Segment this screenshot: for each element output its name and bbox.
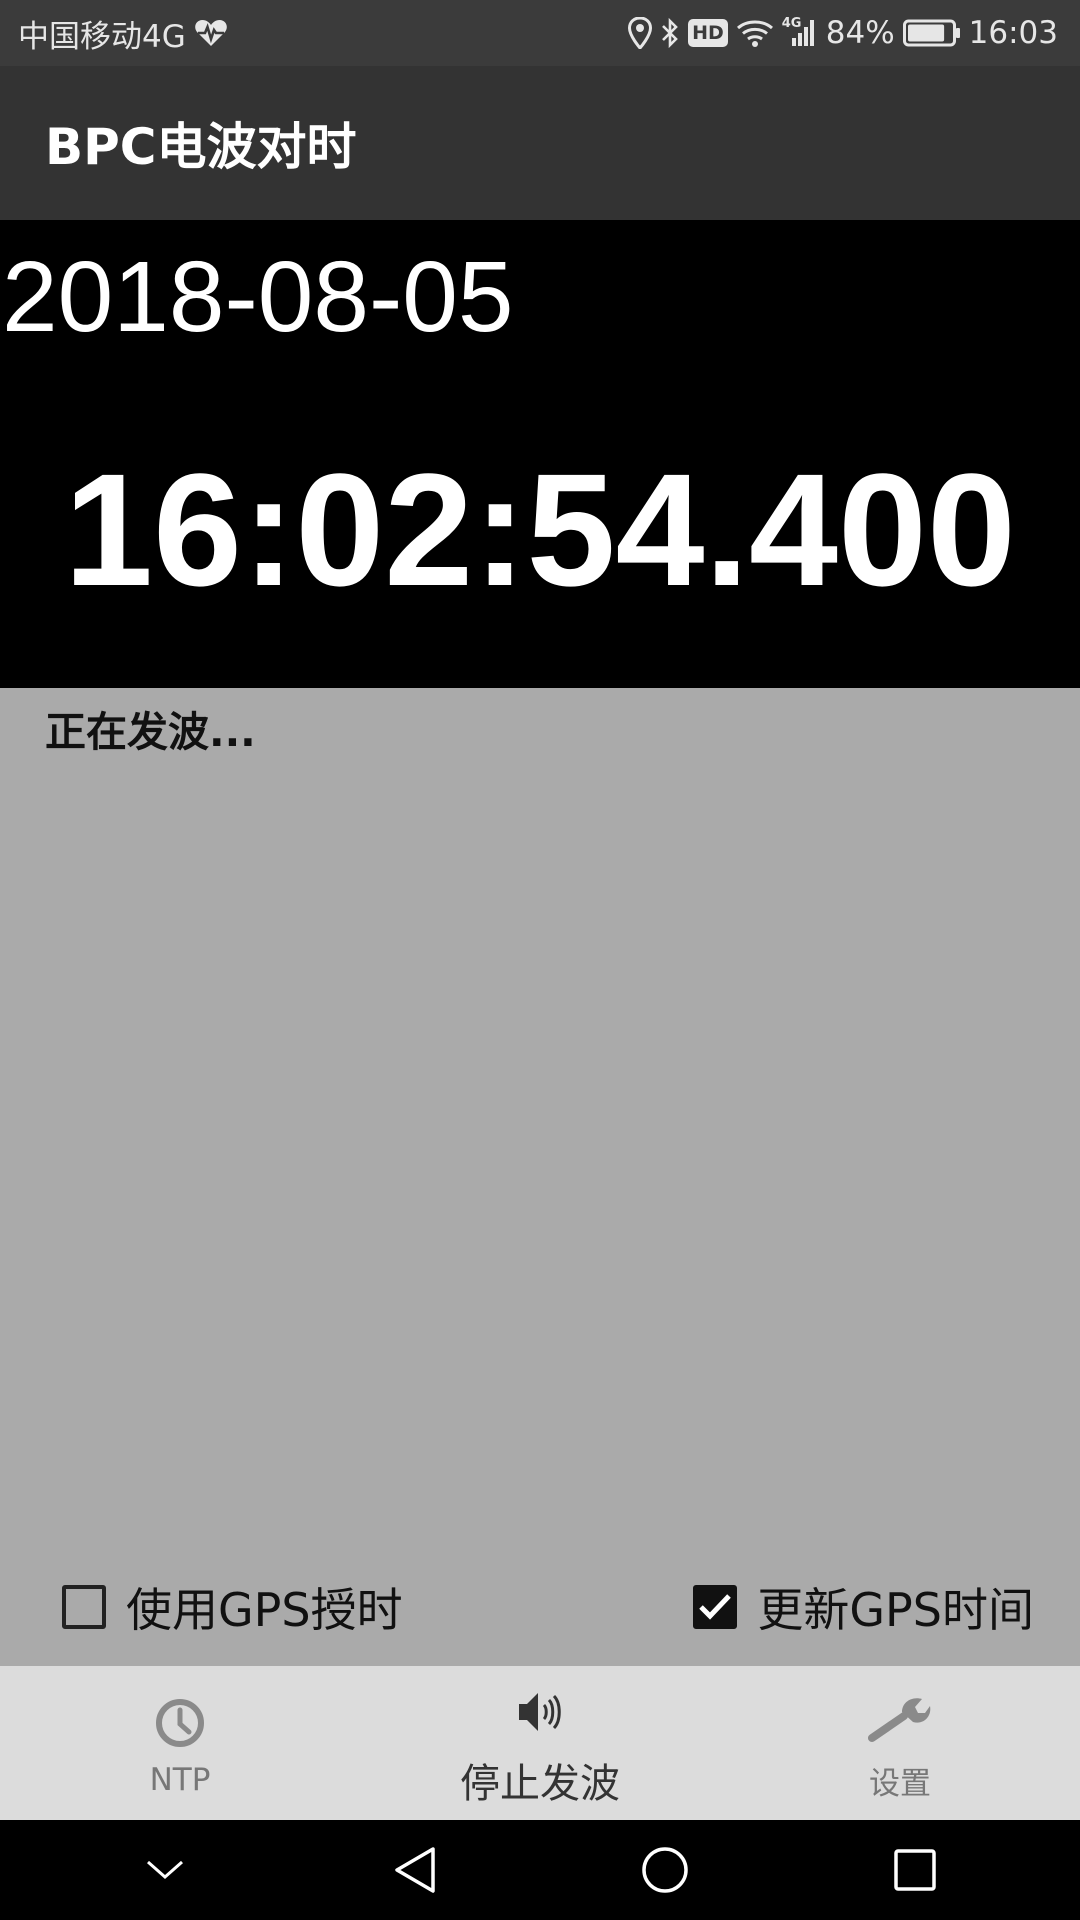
status-bar: 中国移动4G HD 4G 84% 16:03	[0, 0, 1080, 66]
tab-ntp-label: NTP	[149, 1762, 211, 1798]
wrench-icon	[868, 1684, 932, 1754]
navigation-bar	[0, 1820, 1080, 1920]
update-gps-time-checkbox[interactable]	[693, 1585, 738, 1629]
transmit-status-text: 正在发波...	[45, 708, 256, 756]
use-gps-timing-label: 使用GPS授时	[126, 1583, 403, 1637]
clock-icon	[155, 1688, 205, 1758]
update-gps-time-label: 更新GPS时间	[757, 1583, 1034, 1637]
back-button[interactable]	[365, 1830, 465, 1910]
app-bar: BPC电波对时	[0, 66, 1080, 220]
content-area: 正在发波... 使用GPS授时 更新GPS时间	[0, 688, 1080, 1666]
signal-icon: 4G	[781, 16, 818, 48]
date-display: 2018-08-05	[2, 241, 514, 353]
tab-stop-transmit-label: 停止发波	[460, 1761, 620, 1807]
recents-icon	[894, 1849, 936, 1891]
check-icon	[699, 1594, 732, 1620]
status-clock: 16:03	[968, 15, 1058, 51]
bluetooth-icon	[660, 17, 680, 49]
bottom-tab-bar: NTP 停止发波 设置	[0, 1666, 1080, 1820]
time-display: 16:02:54.400	[64, 440, 1016, 619]
clock-panel: 2018-08-05 16:02:54.400	[0, 220, 1080, 688]
tab-stop-transmit[interactable]: 停止发波	[360, 1666, 720, 1820]
hd-icon: HD	[688, 19, 728, 47]
screen: 中国移动4G HD 4G 84% 16:03 BPC电波对时 2018-08-0…	[0, 0, 1080, 1920]
home-button[interactable]	[615, 1830, 715, 1910]
wifi-icon	[736, 18, 774, 48]
battery-percent: 84%	[825, 15, 895, 51]
tab-settings[interactable]: 设置	[720, 1666, 1080, 1820]
use-gps-timing-checkbox[interactable]	[62, 1585, 106, 1629]
status-left: 中国移动4G	[18, 11, 228, 56]
tab-settings-label: 设置	[869, 1765, 931, 1802]
app-title: BPC电波对时	[45, 118, 357, 176]
network-type-label: 4G	[781, 16, 802, 31]
speaker-icon	[515, 1677, 565, 1747]
carrier-label: 中国移动4G	[18, 18, 186, 55]
back-icon	[395, 1847, 435, 1893]
collapse-button[interactable]	[115, 1830, 215, 1910]
status-right: HD 4G 84% 16:03	[628, 15, 1058, 51]
heartbeat-icon	[194, 18, 228, 48]
location-icon	[628, 17, 653, 49]
collapse-icon	[147, 1860, 183, 1880]
tab-ntp[interactable]: NTP	[0, 1666, 360, 1820]
use-gps-timing-option[interactable]: 使用GPS授时	[62, 1574, 403, 1640]
update-gps-time-option[interactable]: 更新GPS时间	[693, 1574, 1034, 1640]
recents-button[interactable]	[865, 1830, 965, 1910]
battery-icon	[902, 19, 961, 47]
home-icon	[642, 1847, 688, 1893]
